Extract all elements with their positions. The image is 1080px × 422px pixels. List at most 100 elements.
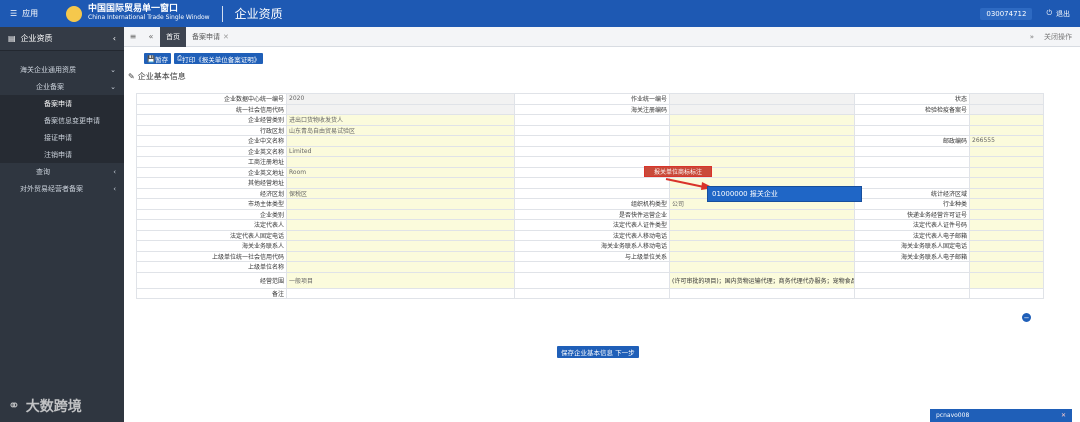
sidebar-item-cert-apply[interactable]: 接证申请 (0, 129, 124, 146)
form-field[interactable] (286, 135, 515, 147)
sidebar-item-record-change[interactable]: 备案信息变更申请 (0, 112, 124, 129)
sidebar-item-record-apply[interactable]: 备案申请 (0, 95, 124, 112)
form-field[interactable]: 进出口货物收发货人 (286, 114, 515, 126)
form-label: 海关业务联系人固定电话 (854, 240, 970, 252)
tab-record-apply[interactable]: 备案申请 ✕ (186, 27, 235, 47)
form-label (854, 287, 970, 299)
form-field[interactable] (669, 135, 855, 147)
form-field[interactable]: Room (286, 166, 515, 178)
form-field[interactable] (969, 208, 1044, 220)
form-field[interactable] (969, 261, 1044, 273)
form-label: 企业英文地址 (136, 166, 287, 178)
form-field[interactable] (286, 287, 515, 299)
form-field[interactable] (969, 187, 1044, 199)
collapse-icon[interactable]: − (1022, 313, 1031, 322)
form-field[interactable] (669, 240, 855, 252)
sidebar-item-enterprise-record[interactable]: 企业备案 ⌄ (0, 78, 124, 95)
user-id[interactable]: 030074712 (980, 7, 1033, 20)
chat-bar[interactable]: pcnavo008 ✕ (930, 409, 1072, 422)
logo-icon (66, 5, 82, 22)
forward-icon[interactable]: » (1030, 33, 1034, 41)
highlighted-option[interactable]: 报关单位商标标注 (644, 166, 712, 177)
form-field[interactable] (669, 145, 855, 157)
form-field[interactable] (969, 240, 1044, 252)
logout-button[interactable]: ⏻ 退出 (1046, 9, 1070, 19)
form-label: 企业类别 (136, 208, 287, 220)
form-field[interactable] (286, 229, 515, 241)
save-next-button[interactable]: 保存企业基本信息 下一步 (557, 346, 639, 358)
form-field[interactable]: 一般项目 (286, 271, 515, 289)
form-field[interactable] (286, 198, 515, 210)
form-field[interactable] (969, 271, 1044, 289)
sidebar-item-cancel-apply[interactable]: 注销申请 (0, 146, 124, 163)
form-field[interactable] (669, 208, 855, 220)
close-ops-button[interactable]: 关闭操作 (1044, 32, 1072, 42)
form-field[interactable] (669, 261, 855, 273)
form-field[interactable] (969, 145, 1044, 157)
form-field[interactable] (969, 156, 1044, 168)
rewind-icon[interactable]: « (142, 32, 160, 41)
watermark-logo: ⚭ 大数跨境 (8, 396, 82, 416)
form-field[interactable] (286, 177, 515, 189)
tab-home[interactable]: 首页 (160, 26, 186, 47)
brand: 中国国际贸易单一窗口 China International Trade Sin… (88, 4, 210, 22)
form-field[interactable] (286, 103, 515, 115)
sidebar-item-customs-general[interactable]: 海关企业通用资质 ⌄ (0, 61, 124, 78)
form-field[interactable] (286, 240, 515, 252)
form-field[interactable] (969, 229, 1044, 241)
sidebar-item-query[interactable]: 查询 ‹ (0, 163, 124, 180)
form-field[interactable] (286, 250, 515, 262)
chevron-down-icon: ⌄ (110, 82, 116, 91)
form-field[interactable] (969, 114, 1044, 126)
form-field[interactable] (669, 287, 855, 299)
save-draft-button[interactable]: 💾 暂存 (144, 53, 172, 64)
form-field[interactable] (969, 287, 1044, 299)
enterprise-type-dropdown-option[interactable]: 01000000 报关企业 (707, 186, 862, 202)
form-field[interactable]: 266555 (969, 135, 1044, 147)
form-field[interactable] (669, 114, 855, 126)
form-label (854, 261, 970, 273)
app-menu-button[interactable]: ☰ 应用 (0, 8, 50, 19)
grid-icon: ▤ (8, 34, 16, 43)
form-field[interactable] (969, 124, 1044, 136)
close-icon[interactable]: ✕ (223, 33, 229, 41)
form-field[interactable] (669, 250, 855, 262)
form-field[interactable] (286, 219, 515, 231)
form-field[interactable] (286, 208, 515, 220)
form-field[interactable] (669, 93, 855, 105)
print-button[interactable]: ⎙ 打印《报关单位备案证明》 (174, 53, 264, 64)
form-field[interactable] (969, 198, 1044, 210)
form-field[interactable] (669, 124, 855, 136)
tab-bar: ≡ « 首页 备案申请 ✕ » 关闭操作 (124, 26, 1080, 47)
form-field[interactable] (286, 156, 515, 168)
section-title: ✎ 企业基本信息 (128, 71, 186, 82)
form-label: 法定代表人移动电话 (514, 229, 670, 241)
sidebar-item-foreign-trade[interactable]: 对外贸易经营者备案 ‹ (0, 180, 124, 197)
form-field[interactable]: 山东青岛自由贸易试验区 (286, 124, 515, 136)
form-field[interactable] (669, 219, 855, 231)
form-field[interactable] (286, 261, 515, 273)
form-field[interactable] (669, 229, 855, 241)
form-field[interactable] (969, 219, 1044, 231)
tab-label: 首页 (166, 32, 180, 41)
close-icon[interactable]: ✕ (1061, 412, 1066, 419)
form-field[interactable] (969, 103, 1044, 115)
sidebar-header[interactable]: ▤ 企业资质 ‹ (0, 27, 124, 51)
form-field[interactable] (669, 103, 855, 115)
form-field[interactable]: 保税区 (286, 187, 515, 199)
form-label (514, 271, 670, 289)
brand-en: China International Trade Single Window (88, 14, 210, 22)
form-field[interactable]: (许可审批的项目)；国内货物运输代理；商务代理代办服务；宠物食品及用品批发；互联… (669, 271, 855, 289)
form-label (854, 271, 970, 289)
form-field[interactable]: Limited (286, 145, 515, 157)
form-field[interactable] (969, 93, 1044, 105)
form-field[interactable] (969, 250, 1044, 262)
form-field[interactable] (969, 177, 1044, 189)
form-field[interactable] (969, 166, 1044, 178)
form-row: 海关业务联系人 海关业务联系人移动电话 海关业务联系人固定电话 (136, 240, 1044, 252)
form-field[interactable]: 2020 (286, 93, 515, 105)
form-row: 备注 (136, 287, 1044, 299)
top-bar: ☰ 应用 中国国际贸易单一窗口 China International Trad… (0, 0, 1080, 27)
form-row: 行政区划 山东青岛自由贸易试验区 (136, 124, 1044, 136)
menu-icon[interactable]: ≡ (124, 32, 142, 41)
